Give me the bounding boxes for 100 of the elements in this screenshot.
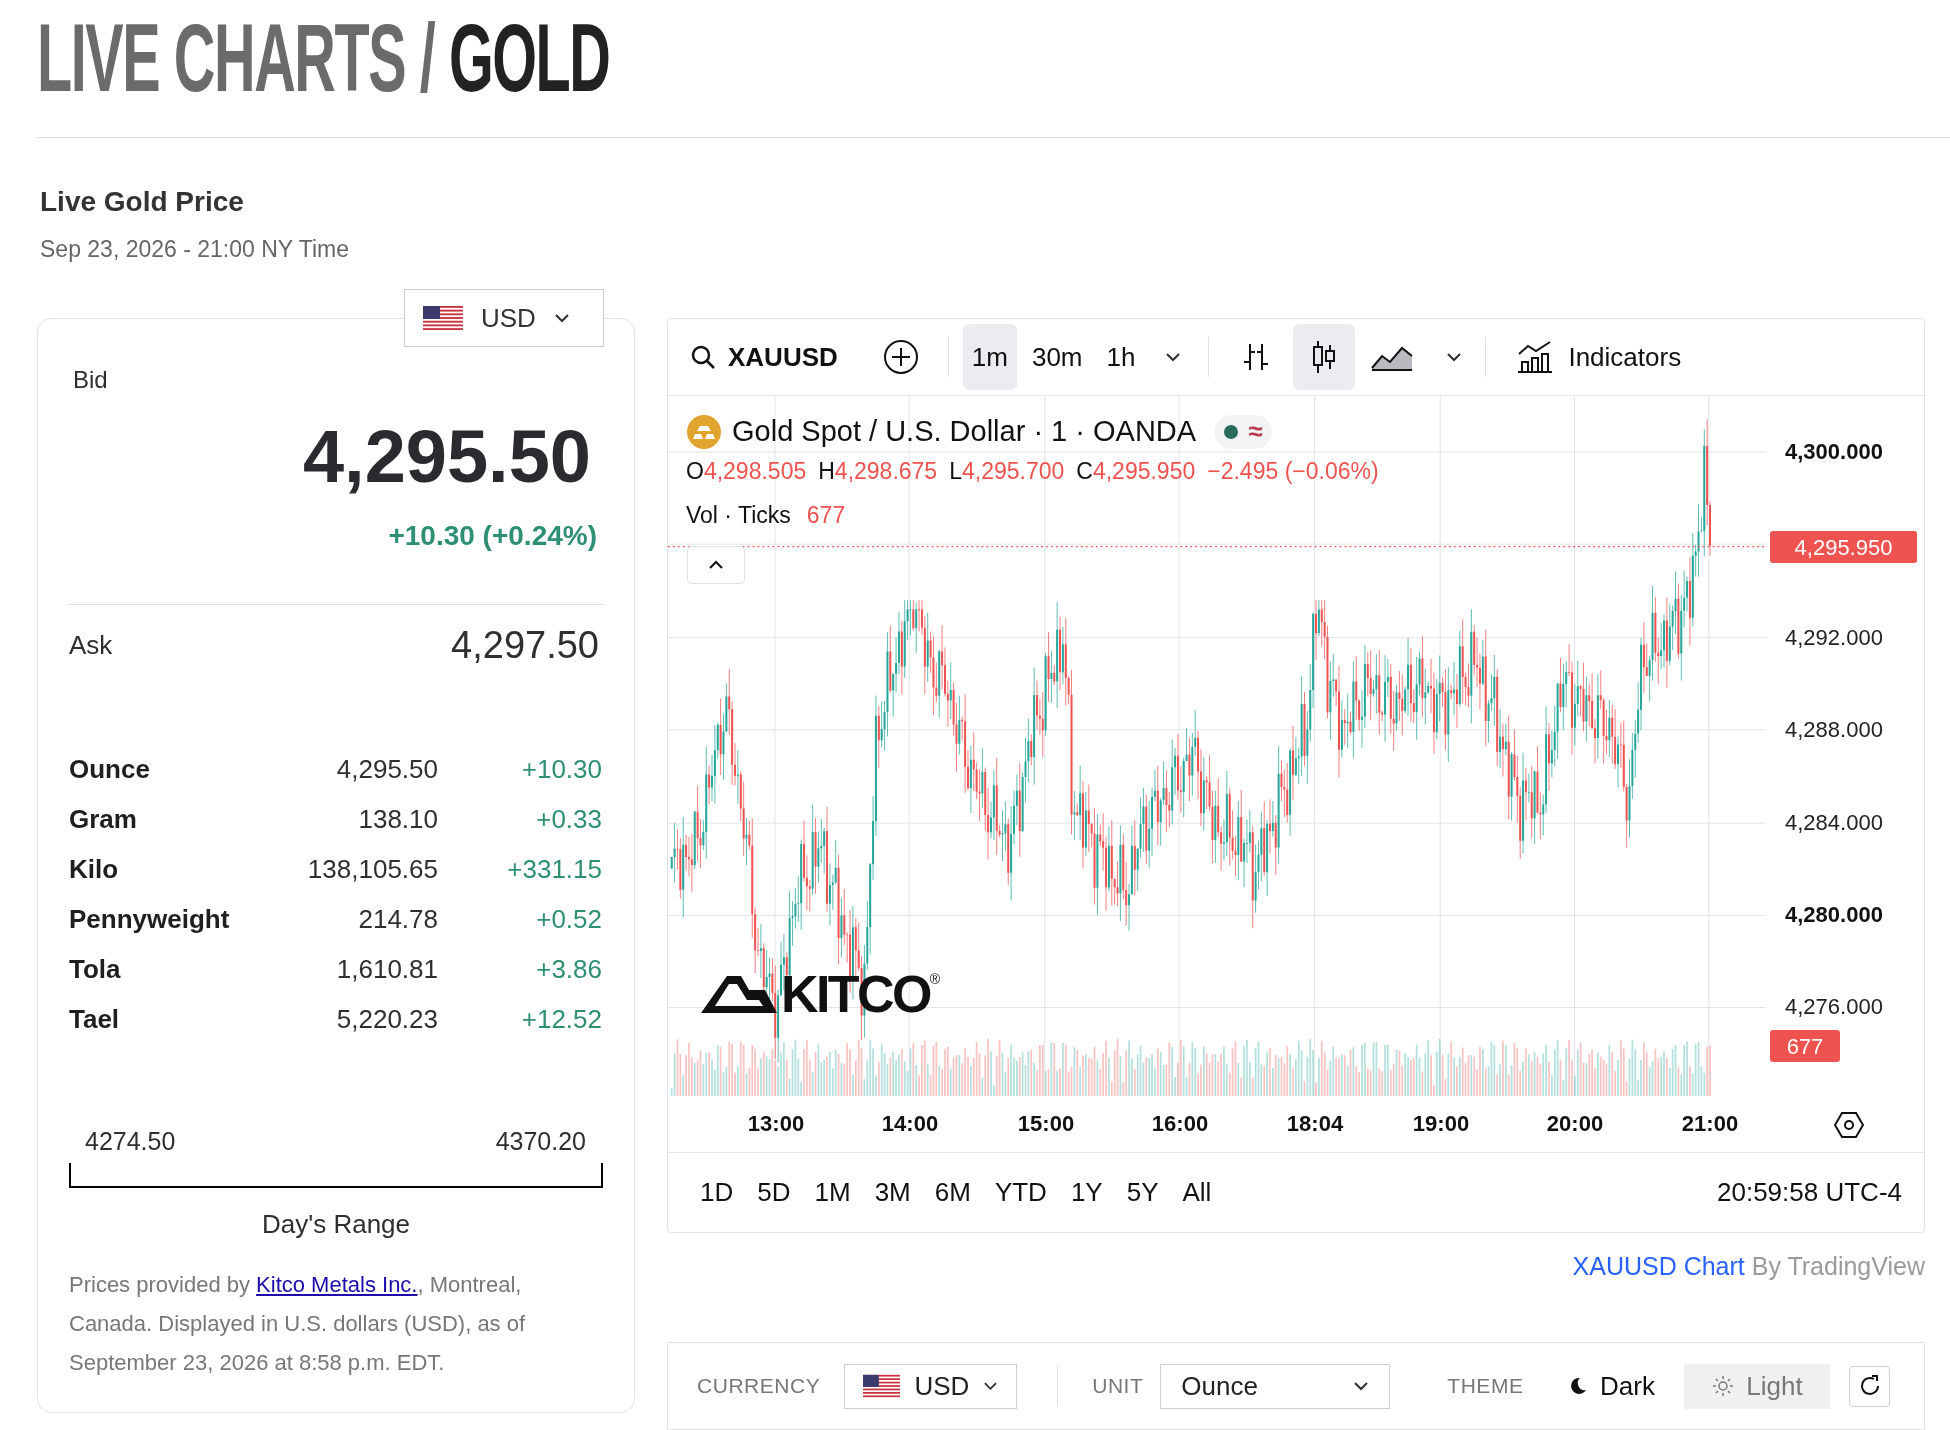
- chevron-down-icon: [1353, 1381, 1370, 1391]
- ohlc-label: O: [686, 457, 704, 486]
- indicators-icon: [1516, 340, 1555, 374]
- volume-value: 677: [806, 501, 846, 530]
- volume-badge: 677: [1770, 1030, 1840, 1062]
- unit-price: 5,220.23: [336, 1002, 438, 1036]
- caret-up-icon: [708, 560, 724, 570]
- ohlc-label: H: [818, 457, 835, 486]
- interval-tab[interactable]: 1m: [962, 324, 1017, 390]
- ohlc-change: −2.495 (−0.06%): [1207, 457, 1379, 486]
- range-button[interactable]: 1Y: [1061, 1170, 1112, 1215]
- unit-change: +10.30: [521, 752, 602, 786]
- unit-price: 1,610.81: [336, 952, 438, 986]
- unit-label: UNIT: [1092, 1373, 1144, 1400]
- price-axis-label: 4,292.000: [1785, 625, 1883, 651]
- price-change: +10.30 (+0.24%): [388, 519, 597, 553]
- ask-price: 4,297.50: [451, 622, 599, 668]
- unit-price: 214.78: [358, 902, 438, 936]
- range-button[interactable]: 1D: [691, 1170, 743, 1215]
- ask-label: Ask: [69, 628, 113, 662]
- chevron-down-icon: [553, 313, 570, 323]
- chart-clock: 20:59:58 UTC-4: [1717, 1176, 1902, 1209]
- add-symbol-button[interactable]: [881, 338, 920, 376]
- unit-price: 138,105.65: [307, 852, 438, 886]
- plus-circle-icon: [882, 339, 919, 375]
- chevron-down-icon: [1446, 352, 1463, 362]
- settings-button[interactable]: [1833, 1109, 1865, 1141]
- unit-change: +0.33: [536, 802, 602, 836]
- currency-select[interactable]: USD: [844, 1363, 1018, 1409]
- time-axis-label: 13:00: [747, 1110, 805, 1138]
- time-axis-label: 21:00: [1681, 1110, 1739, 1138]
- us-flag-icon: [423, 306, 463, 330]
- unit-name: Pennyweight: [69, 902, 231, 936]
- unit-name: Tola: [69, 952, 122, 986]
- chart-link[interactable]: XAUUSD Chart: [1572, 1252, 1745, 1280]
- unit-change: +331.15: [507, 852, 602, 886]
- currency-dropdown[interactable]: USD: [404, 289, 604, 347]
- unit-price: 138.10: [358, 802, 438, 836]
- symbol-search[interactable]: XAUUSD: [690, 337, 838, 377]
- unit-name: Gram: [69, 802, 138, 836]
- unit-name: Ounce: [69, 752, 151, 786]
- chart-attribution: XAUUSD Chart By TradingView: [1572, 1252, 1925, 1280]
- unit-name: Tael: [69, 1002, 121, 1036]
- price-axis-label: 4,288.000: [1785, 717, 1883, 743]
- range-button[interactable]: 6M: [925, 1170, 980, 1215]
- theme-label: THEME: [1447, 1373, 1524, 1400]
- us-flag-icon: [863, 1374, 901, 1398]
- range-label: Day's Range: [261, 1210, 410, 1238]
- price-axis-label: 4,300.000: [1785, 439, 1883, 465]
- unit-change: +3.86: [536, 952, 602, 986]
- page-title: LIVE CHARTS /: [37, 3, 435, 111]
- interval-tab[interactable]: 1h: [1097, 324, 1145, 390]
- moon-icon: [1568, 1376, 1588, 1396]
- volume-label: Vol · Ticks: [686, 501, 791, 530]
- coin-icon: [686, 413, 722, 450]
- range-low: 4274.50: [85, 1127, 176, 1155]
- bid-price: 4,295.50: [302, 417, 591, 497]
- unit-change: +12.52: [521, 1002, 602, 1036]
- ohlc-value: 4,298.505: [703, 457, 807, 486]
- time-axis-label: 18:04: [1286, 1110, 1344, 1138]
- price-axis-label: 4,284.000: [1785, 810, 1883, 836]
- chart-type-button[interactable]: [1293, 324, 1356, 390]
- sun-icon: [1712, 1375, 1735, 1397]
- ohlc-label: C: [1076, 457, 1093, 486]
- time-axis-label: 20:00: [1546, 1110, 1604, 1138]
- range-button[interactable]: 5D: [748, 1170, 800, 1215]
- indicators-button[interactable]: Indicators: [1516, 337, 1682, 377]
- price-axis-label: 4,280.000: [1785, 902, 1883, 928]
- unit-price: 4,295.50: [336, 752, 438, 786]
- section-heading: Live Gold Price: [40, 185, 245, 219]
- range-button[interactable]: 3M: [865, 1170, 920, 1215]
- ohlc-value: 4,295.700: [961, 457, 1065, 486]
- last-price-badge: 4,295.950: [1770, 531, 1917, 563]
- unit-change: +0.52: [536, 902, 602, 936]
- range-button[interactable]: YTD: [985, 1170, 1056, 1215]
- search-icon: [690, 344, 716, 370]
- time-axis-label: 15:00: [1017, 1110, 1075, 1138]
- chevron-down-icon: [1165, 352, 1182, 362]
- ohlc-value: 4,298.675: [834, 457, 938, 486]
- ohlc-label: L: [949, 457, 962, 486]
- refresh-button[interactable]: [1849, 1365, 1891, 1407]
- range-button[interactable]: All: [1173, 1170, 1221, 1215]
- chevron-down-icon: [983, 1381, 999, 1391]
- time-axis-label: 16:00: [1151, 1110, 1209, 1138]
- bid-label: Bid: [73, 366, 108, 393]
- range-button[interactable]: 1M: [805, 1170, 860, 1215]
- ohlc-value: 4,295.950: [1092, 457, 1196, 486]
- unit-select[interactable]: Ounce: [1160, 1363, 1391, 1409]
- range-button[interactable]: 5Y: [1117, 1170, 1168, 1215]
- registered-mark: ®: [929, 972, 941, 986]
- symbol-title: Gold Spot / U.S. Dollar · 1 · OANDA: [732, 414, 1197, 449]
- time-axis-label: 19:00: [1412, 1110, 1470, 1138]
- currency-label: CURRENCY: [697, 1373, 821, 1400]
- range-high: 4370.20: [495, 1127, 586, 1155]
- timestamp: Sep 23, 2026 - 21:00 NY Time: [40, 235, 350, 264]
- unit-name: Kilo: [69, 852, 120, 886]
- settings-icon: [1834, 1111, 1864, 1139]
- source-link[interactable]: Kitco Metals Inc.: [256, 1272, 418, 1297]
- theme-option[interactable]: Light: [1684, 1363, 1831, 1409]
- interval-tab[interactable]: 30m: [1022, 324, 1092, 390]
